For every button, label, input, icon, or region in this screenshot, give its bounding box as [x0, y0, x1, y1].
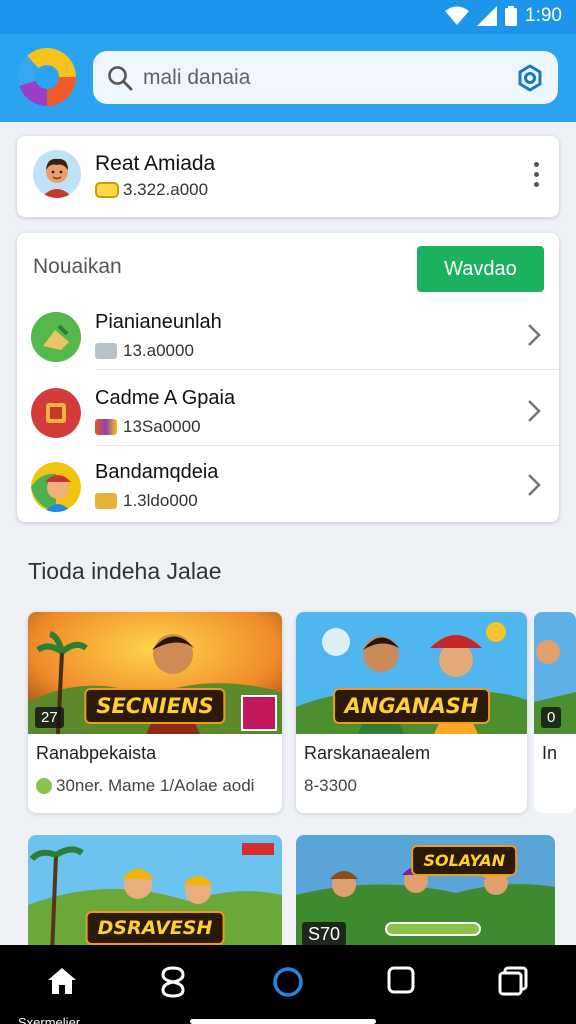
game-image-badge: 27 — [35, 707, 64, 728]
search-bar[interactable]: mali danaia — [93, 51, 558, 104]
ticket-icon — [95, 343, 117, 359]
list-item[interactable]: Cadme A Gpaia 13Sa0000 — [17, 381, 559, 459]
dot-icon — [36, 778, 52, 794]
chevron-right-icon — [528, 324, 541, 346]
circle-icon[interactable] — [271, 965, 305, 999]
game-image: SECNIENS 27 — [28, 612, 282, 734]
gear-icon[interactable] — [516, 64, 544, 92]
item-title: Bandamqdeia — [95, 461, 219, 483]
item-sub-value: 13.a0000 — [123, 341, 194, 360]
game-card-partial[interactable]: 0 In — [534, 612, 576, 813]
divider — [95, 445, 559, 446]
divider — [95, 369, 559, 370]
list-item[interactable]: Bandamqdeia 1.3ldo000 — [17, 455, 559, 533]
bottom-nav: Sxermelier — [0, 945, 576, 1024]
app-bar: mali danaia — [0, 34, 576, 122]
search-input[interactable]: mali danaia — [143, 66, 250, 90]
game-sub: 8-3300 — [304, 776, 357, 796]
list-item[interactable]: Pianianeunlah 13.a0000 — [17, 305, 559, 383]
games-icon[interactable] — [158, 965, 188, 999]
wavdao-button[interactable]: Wavdao — [417, 246, 544, 292]
item-avatar — [31, 462, 81, 512]
home-icon[interactable] — [46, 965, 78, 997]
app-logo[interactable] — [18, 48, 76, 106]
coin-icon — [95, 182, 119, 198]
chevron-right-icon — [528, 474, 541, 496]
search-icon — [108, 66, 133, 91]
status-icons: 1:90 — [445, 5, 562, 27]
profile-balance: 3.322.a000 — [95, 180, 208, 200]
item-sub-value: 1.3ldo000 — [123, 491, 198, 510]
list-section-title: Nouaikan — [33, 255, 122, 278]
game-name: Ranabpekaista — [36, 743, 157, 763]
game-image: ANGANASH — [296, 612, 527, 734]
profile-card[interactable]: Reat Amiada 3.322.a000 — [17, 136, 559, 217]
game-image-title: ANGANASH — [332, 688, 491, 724]
profile-name: Reat Amiada — [95, 152, 216, 175]
signal-icon — [477, 6, 498, 26]
nav-label-home: Sxermelier — [18, 1015, 81, 1024]
game-image-title: SOLAYAN — [411, 845, 518, 876]
more-options-icon[interactable] — [529, 160, 545, 190]
game-image-title: DSRAVESH — [85, 911, 225, 945]
item-title: Cadme A Gpaia — [95, 387, 236, 409]
game-image-badge: S70 — [302, 922, 347, 947]
item-sub: 13.a0000 — [95, 341, 194, 361]
game-image: 0 — [534, 612, 576, 734]
item-sub-value: 13Sa0000 — [123, 417, 201, 436]
game-sub-value: 30ner. Mame 1/Aolae aodi — [56, 776, 255, 795]
gift-icon — [95, 419, 117, 435]
chevron-right-icon — [528, 400, 541, 422]
recent-apps-icon[interactable] — [497, 965, 529, 997]
item-avatar — [31, 312, 81, 362]
game-image-title: SECNIENS — [84, 688, 226, 724]
profile-avatar — [33, 150, 81, 198]
list-card: Nouaikan Wavdao Pianianeunlah 13.a0000 C… — [17, 233, 559, 522]
recommended-title: Tioda indeha Jalae — [28, 558, 222, 584]
game-sub-value: 8-3300 — [304, 776, 357, 795]
game-card[interactable]: SECNIENS 27 Ranabpekaista 30ner. Mame 1/… — [28, 612, 282, 813]
game-sub: 30ner. Mame 1/Aolae aodi — [36, 776, 254, 796]
game-card[interactable]: DSRAVESH — [28, 835, 282, 955]
game-card[interactable]: S70 SOLAYAN — [296, 835, 555, 955]
profile-balance-value: 3.322.a000 — [123, 180, 209, 199]
game-image-badge: 0 — [541, 707, 562, 728]
badge-icon — [95, 493, 117, 509]
item-avatar — [31, 388, 81, 438]
battery-icon — [505, 6, 518, 26]
home-indicator[interactable] — [190, 1019, 376, 1024]
status-bar: 1:90 — [0, 0, 576, 34]
status-time: 1:90 — [525, 5, 562, 26]
item-sub: 1.3ldo000 — [95, 491, 198, 511]
item-title: Pianianeunlah — [95, 311, 222, 333]
wifi-icon — [445, 6, 470, 25]
game-card[interactable]: ANGANASH Rarskanaealem 8-3300 — [296, 612, 527, 813]
game-name: Rarskanaealem — [304, 743, 431, 763]
square-icon[interactable] — [386, 965, 416, 995]
item-sub: 13Sa0000 — [95, 417, 201, 437]
game-name: In — [542, 743, 558, 763]
